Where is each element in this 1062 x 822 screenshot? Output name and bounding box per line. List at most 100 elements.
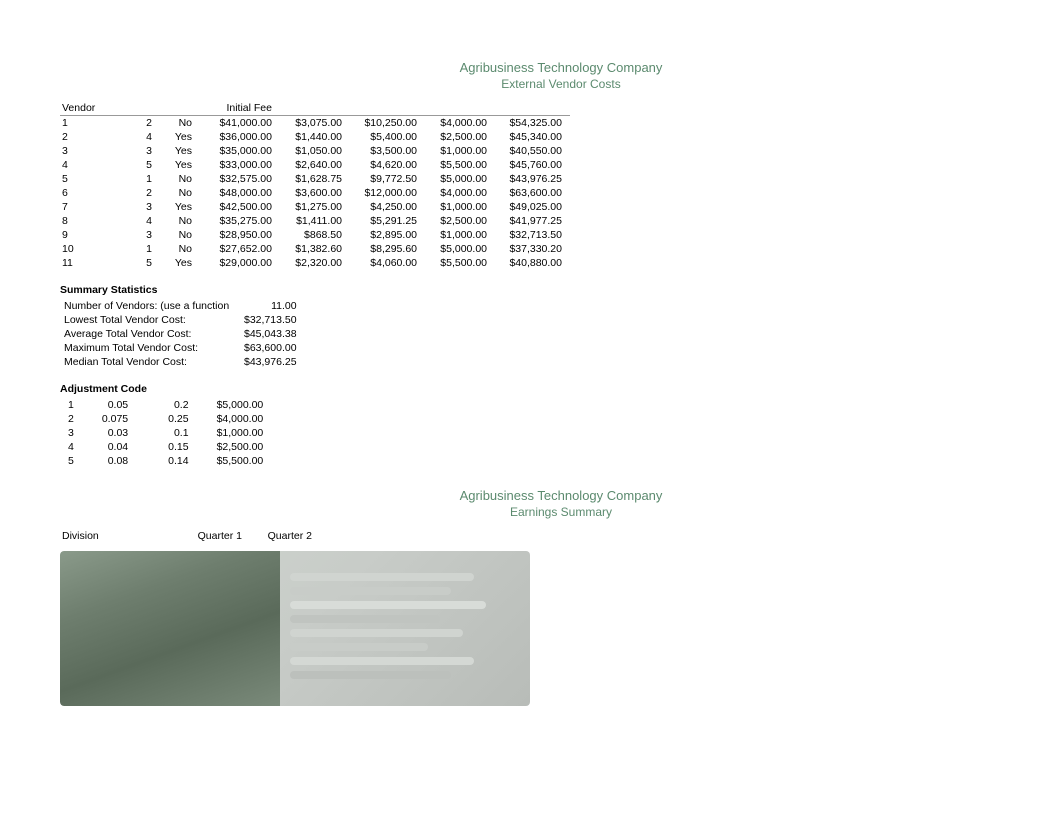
stats-row: Lowest Total Vendor Cost: $32,713.50 [60,313,301,327]
adj-c2: 0.08 [82,454,148,468]
initial-fee-cell: $35,000.00 [200,144,280,158]
c6-cell: $5,291.25 [350,214,425,228]
vendor-cell: 9 [60,228,120,242]
blurred-line-7 [290,657,474,665]
adj-code: 5 [60,454,82,468]
c6-cell: $4,620.00 [350,158,425,172]
total-cell: $49,025.00 [495,200,570,214]
adjustment-section: Adjustment Code 1 0.05 0.2 $5,000.00 2 0… [60,383,1062,468]
total-cell: $54,325.00 [495,116,570,131]
stats-value: $43,976.25 [240,355,301,369]
c6-cell: $10,250.00 [350,116,425,131]
total-cell: $45,340.00 [495,130,570,144]
initial-fee-cell: $36,000.00 [200,130,280,144]
table-row: 1 2 No $41,000.00 $3,075.00 $10,250.00 $… [60,116,570,131]
c5-cell: $1,628.75 [280,172,350,186]
blurred-line-8 [290,671,451,679]
c5-cell: $1,411.00 [280,214,350,228]
adj-table: 1 0.05 0.2 $5,000.00 2 0.075 0.25 $4,000… [60,398,271,468]
total-header [495,101,570,116]
table-row: 8 4 No $35,275.00 $1,411.00 $5,291.25 $2… [60,214,570,228]
c7-header [425,101,495,116]
initial-fee-header: Initial Fee [200,101,280,116]
vendor-cell: 7 [60,200,120,214]
c6-cell: $3,500.00 [350,144,425,158]
adj-amount: $1,000.00 [209,426,272,440]
c5-cell: $2,640.00 [280,158,350,172]
c7-cell: $4,000.00 [425,186,495,200]
adj-c3: 0.15 [148,440,208,454]
vendor-cell: 2 [60,130,120,144]
adj-code: 4 [60,440,82,454]
c5-cell: $1,050.00 [280,144,350,158]
stats-label: Average Total Vendor Cost: [60,327,240,341]
table-row: 6 2 No $48,000.00 $3,600.00 $12,000.00 $… [60,186,570,200]
blurred-line-5 [290,629,463,637]
c5-cell: $3,075.00 [280,116,350,131]
c5-cell: $868.50 [280,228,350,242]
adj-c2: 0.04 [82,440,148,454]
vendor-cell: 5 [60,172,120,186]
col2-header [120,101,160,116]
table-row: 9 3 No $28,950.00 $868.50 $2,895.00 $1,0… [60,228,570,242]
adj-c3: 0.1 [148,426,208,440]
c7-cell: $5,000.00 [425,242,495,256]
stats-label: Maximum Total Vendor Cost: [60,341,240,355]
adj-code: 2 [60,412,82,426]
vendor-cell: 11 [60,256,120,270]
col3-cell: Yes [160,130,200,144]
stats-row: Average Total Vendor Cost: $45,043.38 [60,327,301,341]
initial-fee-cell: $33,000.00 [200,158,280,172]
col3-cell: No [160,116,200,131]
c5-cell: $1,275.00 [280,200,350,214]
table-row: 2 4 Yes $36,000.00 $1,440.00 $5,400.00 $… [60,130,570,144]
col2-cell: 2 [120,186,160,200]
adj-code: 3 [60,426,82,440]
c6-header [350,101,425,116]
q1-header: Quarter 1 [180,529,250,543]
total-cell: $45,760.00 [495,158,570,172]
col3-header [160,101,200,116]
col2-cell: 5 [120,256,160,270]
total-cell: $32,713.50 [495,228,570,242]
division-header: Division [60,529,180,543]
vendor-table: Vendor Initial Fee 1 2 No $41,000.00 $3,… [60,101,570,270]
vendor-col-header: Vendor [60,101,120,116]
adj-row: 4 0.04 0.15 $2,500.00 [60,440,271,454]
initial-fee-cell: $32,575.00 [200,172,280,186]
c7-cell: $1,000.00 [425,228,495,242]
company-name-2: Agribusiness Technology Company [60,488,1062,503]
blurred-line-2 [290,587,451,595]
col3-cell: No [160,186,200,200]
vendor-cell: 8 [60,214,120,228]
col3-cell: No [160,214,200,228]
c7-cell: $1,000.00 [425,200,495,214]
col2-cell: 1 [120,172,160,186]
c7-cell: $5,500.00 [425,256,495,270]
vendor-cell: 1 [60,116,120,131]
adj-row: 2 0.075 0.25 $4,000.00 [60,412,271,426]
total-cell: $43,976.25 [495,172,570,186]
earnings-table: Division Quarter 1 Quarter 2 [60,529,320,543]
col2-cell: 1 [120,242,160,256]
col3-cell: Yes [160,256,200,270]
stats-label: Number of Vendors: (use a function [60,299,240,313]
table-row: 10 1 No $27,652.00 $1,382.60 $8,295.60 $… [60,242,570,256]
table-row: 11 5 Yes $29,000.00 $2,320.00 $4,060.00 … [60,256,570,270]
stats-value: 11.00 [240,299,301,313]
section2-title: Earnings Summary [60,505,1062,519]
c6-cell: $5,400.00 [350,130,425,144]
section1-title: External Vendor Costs [60,77,1062,91]
col2-cell: 4 [120,130,160,144]
total-cell: $40,550.00 [495,144,570,158]
adj-amount: $5,000.00 [209,398,272,412]
c7-cell: $2,500.00 [425,130,495,144]
c5-cell: $1,382.60 [280,242,350,256]
table-row: 5 1 No $32,575.00 $1,628.75 $9,772.50 $5… [60,172,570,186]
vendor-cell: 10 [60,242,120,256]
stats-value: $45,043.38 [240,327,301,341]
vendor-cell: 4 [60,158,120,172]
col3-cell: No [160,172,200,186]
adj-row: 5 0.08 0.14 $5,500.00 [60,454,271,468]
vendor-cell: 3 [60,144,120,158]
